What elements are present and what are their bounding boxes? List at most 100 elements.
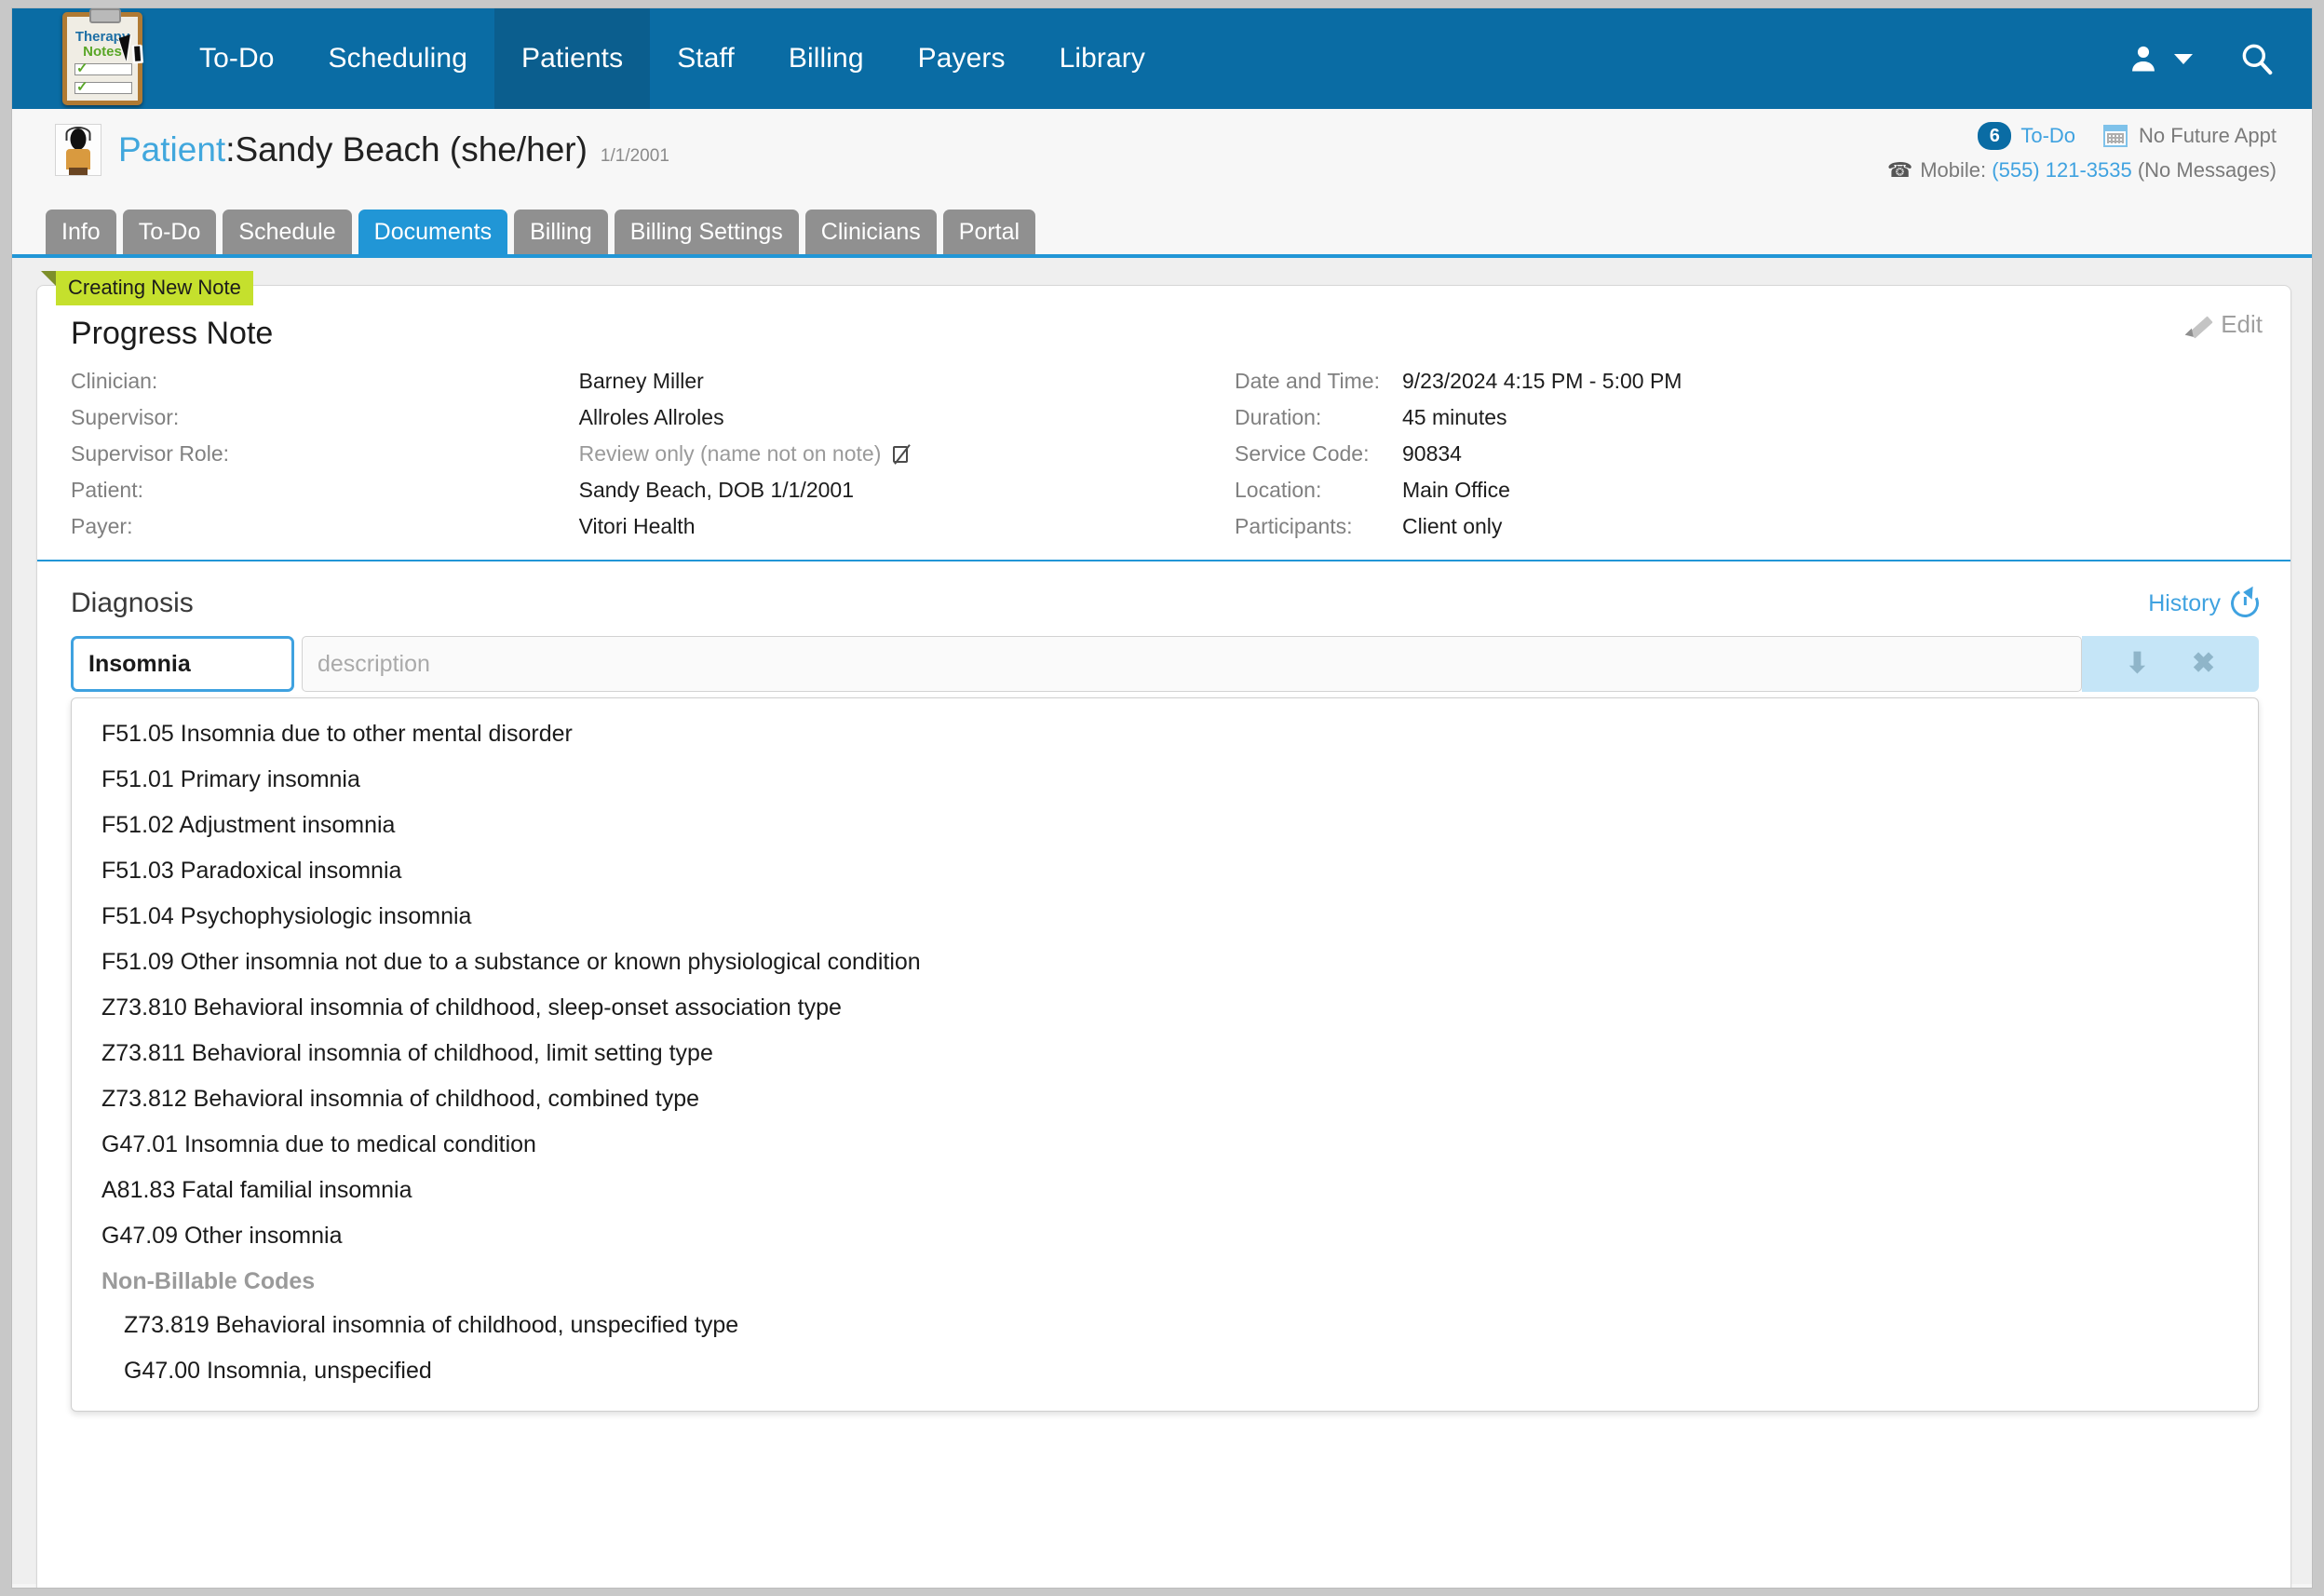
list-item[interactable]: F51.02 Adjustment insomnia [72,803,2258,848]
check-icon: ✓ [76,61,88,76]
note-details-right: Date and Time: 9/23/2024 4:15 PM - 5:00 … [1235,369,1682,539]
list-item[interactable]: F51.05 Insomnia due to other mental diso… [72,711,2258,757]
user-account-menu[interactable] [2128,42,2195,75]
patient-summary-links: 6 To-Do No Future Appt ☎ Mobile: (555) 1… [1887,122,2277,183]
page-title-separator: : [225,130,236,169]
detail-key-duration: Duration: [1235,405,1322,429]
detail-key-participants: Participants: [1235,514,1353,538]
diagnosis-code-input[interactable] [71,636,294,692]
list-item[interactable]: F51.03 Paradoxical insomnia [72,848,2258,894]
list-item[interactable]: F51.09 Other insomnia not due to a subst… [72,940,2258,985]
avatar [55,124,101,176]
detail-value-date-and-time: 9/23/2024 4:15 PM - 5:00 PM [1402,369,1682,393]
list-item[interactable]: F51.04 Psychophysiologic insomnia [72,894,2258,940]
application-window: Therapy Notes ✓ ✓ To-Do Scheduling Patie… [11,7,2313,1589]
list-item[interactable]: Z73.811 Behavioral insomnia of childhood… [72,1031,2258,1076]
nav-item-library[interactable]: Library [1033,8,1172,109]
list-item[interactable]: F51.01 Primary insomnia [72,757,2258,803]
tab-documents[interactable]: Documents [358,209,508,254]
nav-item-patients[interactable]: Patients [493,8,651,109]
move-down-icon[interactable]: ⬇ [2126,650,2149,678]
nav-item-scheduling[interactable]: Scheduling [302,8,494,109]
global-search-button[interactable] [2239,41,2275,76]
detail-value-participants: Client only [1402,514,1503,538]
detail-key-payer: Payer: [71,514,133,538]
logo-slot: Therapy Notes ✓ ✓ [12,8,172,109]
nav-item-payers[interactable]: Payers [891,8,1033,109]
tab-billing-settings[interactable]: Billing Settings [614,209,799,254]
patient-dob: 1/1/2001 [600,146,669,166]
list-item[interactable]: Z73.819 Behavioral insomnia of childhood… [72,1303,2258,1348]
detail-value-supervisor-role: Review only (name not on note) [579,441,1235,467]
patient-name: Sandy Beach (she/her) [235,130,588,169]
patient-todo-link[interactable]: 6 To-Do [1978,122,2075,150]
patient-tabs: Info To-Do Schedule Documents Billing Bi… [12,208,2312,258]
detail-value-location: Main Office [1402,478,1510,502]
list-item[interactable]: Z73.812 Behavioral insomnia of childhood… [72,1076,2258,1122]
tab-clinicians[interactable]: Clinicians [804,209,937,254]
search-icon [2242,44,2273,75]
detail-key-clinician: Clinician: [71,369,158,393]
page-title-label: Patient [118,130,226,169]
nav-item-to-do[interactable]: To-Do [172,8,302,109]
list-item[interactable]: G47.00 Insomnia, unspecified [72,1348,2258,1394]
tab-billing[interactable]: Billing [514,209,608,254]
detail-key-location: Location: [1235,478,1322,502]
diagnosis-description-input[interactable] [302,636,2082,692]
phone-icon: ☎ [1886,158,1913,182]
note-detail-grid: Clinician: Barney Miller Supervisor: All… [71,369,2259,560]
diagnosis-section-header: Diagnosis History [71,585,2263,622]
patient-header: Patient: Sandy Beach (she/her) 1/1/2001 … [12,109,2312,208]
tab-to-do[interactable]: To-Do [122,209,217,254]
global-navigation-bar: Therapy Notes ✓ ✓ To-Do Scheduling Patie… [12,8,2312,109]
edit-button-label: Edit [2221,310,2263,338]
phone-number-link[interactable]: (555) 121-3535 [1992,158,2131,183]
avatar-legs [69,168,88,175]
content-area: Creating New Note Edit Progress Note Cli… [12,258,2312,1588]
todo-link-label: To-Do [2020,124,2076,147]
tab-info[interactable]: Info [46,209,116,254]
diagnosis-row-actions: ⬇ ✖ [2082,636,2259,692]
diagnosis-title: Diagnosis [71,588,194,618]
detail-value-supervisor: Allroles Allroles [578,405,724,429]
detail-key-patient: Patient: [71,478,143,502]
nav-item-billing[interactable]: Billing [762,8,891,109]
future-appointment-status[interactable]: No Future Appt [2103,124,2277,148]
avatar-head [70,128,87,150]
diagnosis-history-link[interactable]: History [2148,585,2263,622]
detail-key-supervisor: Supervisor: [71,405,180,429]
history-link-label: History [2148,589,2221,616]
diagnosis-section: Diagnosis History ⬇ ✖ F51.05 Insomnia [37,561,2290,1412]
name-not-on-note-icon [892,444,911,465]
detail-value-service-code: 90834 [1402,441,1462,466]
tab-portal[interactable]: Portal [942,209,1036,254]
list-item[interactable]: A81.83 Fatal familial insomnia [72,1168,2258,1213]
messages-status: (No Messages) [2137,158,2277,182]
detail-value-duration: 45 minutes [1402,405,1507,429]
detail-value-patient: Sandy Beach, DOB 1/1/2001 [578,478,854,502]
detail-key-supervisor-role: Supervisor Role: [71,441,230,466]
nav-item-staff[interactable]: Staff [650,8,762,109]
detail-key-service-code: Service Code: [1235,441,1370,466]
chevron-down-icon [2174,54,2193,64]
detail-value-payer: Vitori Health [578,514,696,538]
phone-type-label: Mobile: [1920,158,1987,182]
detail-value-clinician: Barney Miller [578,369,704,393]
page-scrollbar[interactable] [2299,258,2312,1584]
edit-button[interactable]: Edit [2187,310,2263,339]
avatar-body [66,149,90,169]
creating-new-note-ribbon: Creating New Note [41,271,253,305]
remove-row-icon[interactable]: ✖ [2192,650,2215,678]
diagnosis-suggestions-dropdown: F51.05 Insomnia due to other mental diso… [71,697,2259,1412]
list-item[interactable]: G47.09 Other insomnia [72,1213,2258,1259]
clipboard-clip-icon [89,8,121,23]
check-icon: ✓ [76,79,88,95]
patient-identity: Patient: Sandy Beach (she/her) 1/1/2001 [55,124,669,176]
list-item[interactable]: Z73.810 Behavioral insomnia of childhood… [72,985,2258,1031]
detail-key-date-and-time: Date and Time: [1235,369,1380,393]
note-title: Progress Note [71,316,274,351]
tab-schedule[interactable]: Schedule [223,209,352,254]
progress-note-card: Creating New Note Edit Progress Note Cli… [36,271,2291,1588]
logo-checklist-row: ✓ [74,61,132,76]
list-item[interactable]: G47.01 Insomnia due to medical condition [72,1122,2258,1168]
